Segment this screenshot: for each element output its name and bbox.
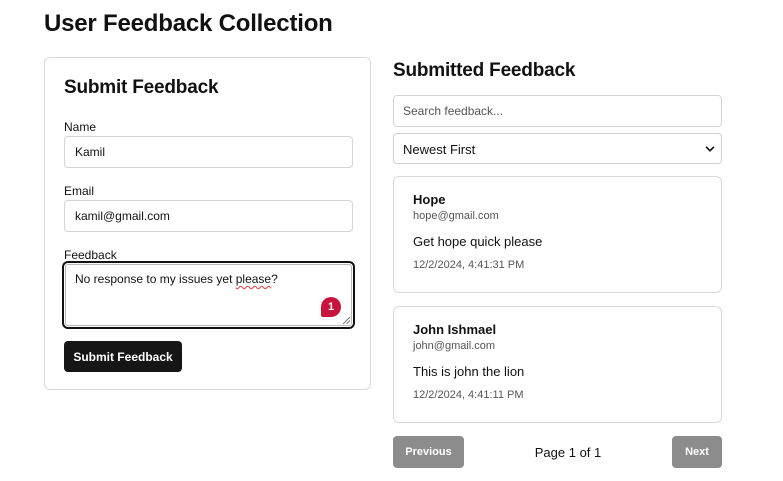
feedback-author-email: hope@gmail.com bbox=[413, 210, 499, 222]
feedback-flagged-word[interactable]: please bbox=[236, 272, 271, 286]
feedback-card: Hope hope@gmail.com Get hope quick pleas… bbox=[393, 176, 722, 293]
feedback-author-name: John Ishmael bbox=[413, 322, 497, 337]
submit-feedback-card: Submit Feedback Name Email Feedback No r… bbox=[44, 57, 371, 390]
feedback-message: Get hope quick please bbox=[413, 234, 543, 249]
resize-grip-icon[interactable] bbox=[342, 316, 350, 324]
sort-select[interactable]: Newest First bbox=[393, 133, 722, 164]
submit-feedback-heading: Submit Feedback bbox=[64, 77, 219, 98]
page-title: User Feedback Collection bbox=[44, 10, 333, 37]
chevron-down-icon bbox=[705, 146, 715, 152]
search-feedback-input[interactable] bbox=[393, 95, 722, 127]
feedback-author-name: Hope bbox=[413, 192, 446, 207]
sort-select-value: Newest First bbox=[403, 142, 476, 157]
feedback-text-after: ? bbox=[271, 272, 278, 286]
feedback-text-before: No response to my issues yet bbox=[75, 272, 236, 286]
feedback-textarea-text: No response to my issues yet please? bbox=[75, 272, 278, 286]
feedback-timestamp: 12/2/2024, 4:41:31 PM bbox=[413, 259, 525, 271]
next-page-button[interactable]: Next bbox=[672, 436, 722, 468]
submit-feedback-button[interactable]: Submit Feedback bbox=[64, 341, 182, 372]
feedback-card: John Ishmael john@gmail.com This is john… bbox=[393, 306, 722, 423]
email-label: Email bbox=[64, 184, 95, 198]
submitted-feedback-heading: Submitted Feedback bbox=[393, 60, 576, 81]
name-input[interactable] bbox=[64, 136, 353, 168]
previous-page-button[interactable]: Previous bbox=[393, 436, 464, 468]
feedback-message: This is john the lion bbox=[413, 364, 525, 379]
feedback-timestamp: 12/2/2024, 4:41:11 PM bbox=[413, 389, 524, 401]
feedback-author-email: john@gmail.com bbox=[413, 340, 496, 352]
page-indicator: Page 1 of 1 bbox=[534, 445, 602, 460]
name-label: Name bbox=[64, 120, 97, 134]
grammar-badge-icon[interactable]: 1 bbox=[321, 297, 341, 317]
feedback-textarea[interactable]: No response to my issues yet please? 1 bbox=[62, 261, 355, 329]
email-input[interactable] bbox=[64, 200, 353, 232]
feedback-label: Feedback bbox=[64, 248, 117, 262]
